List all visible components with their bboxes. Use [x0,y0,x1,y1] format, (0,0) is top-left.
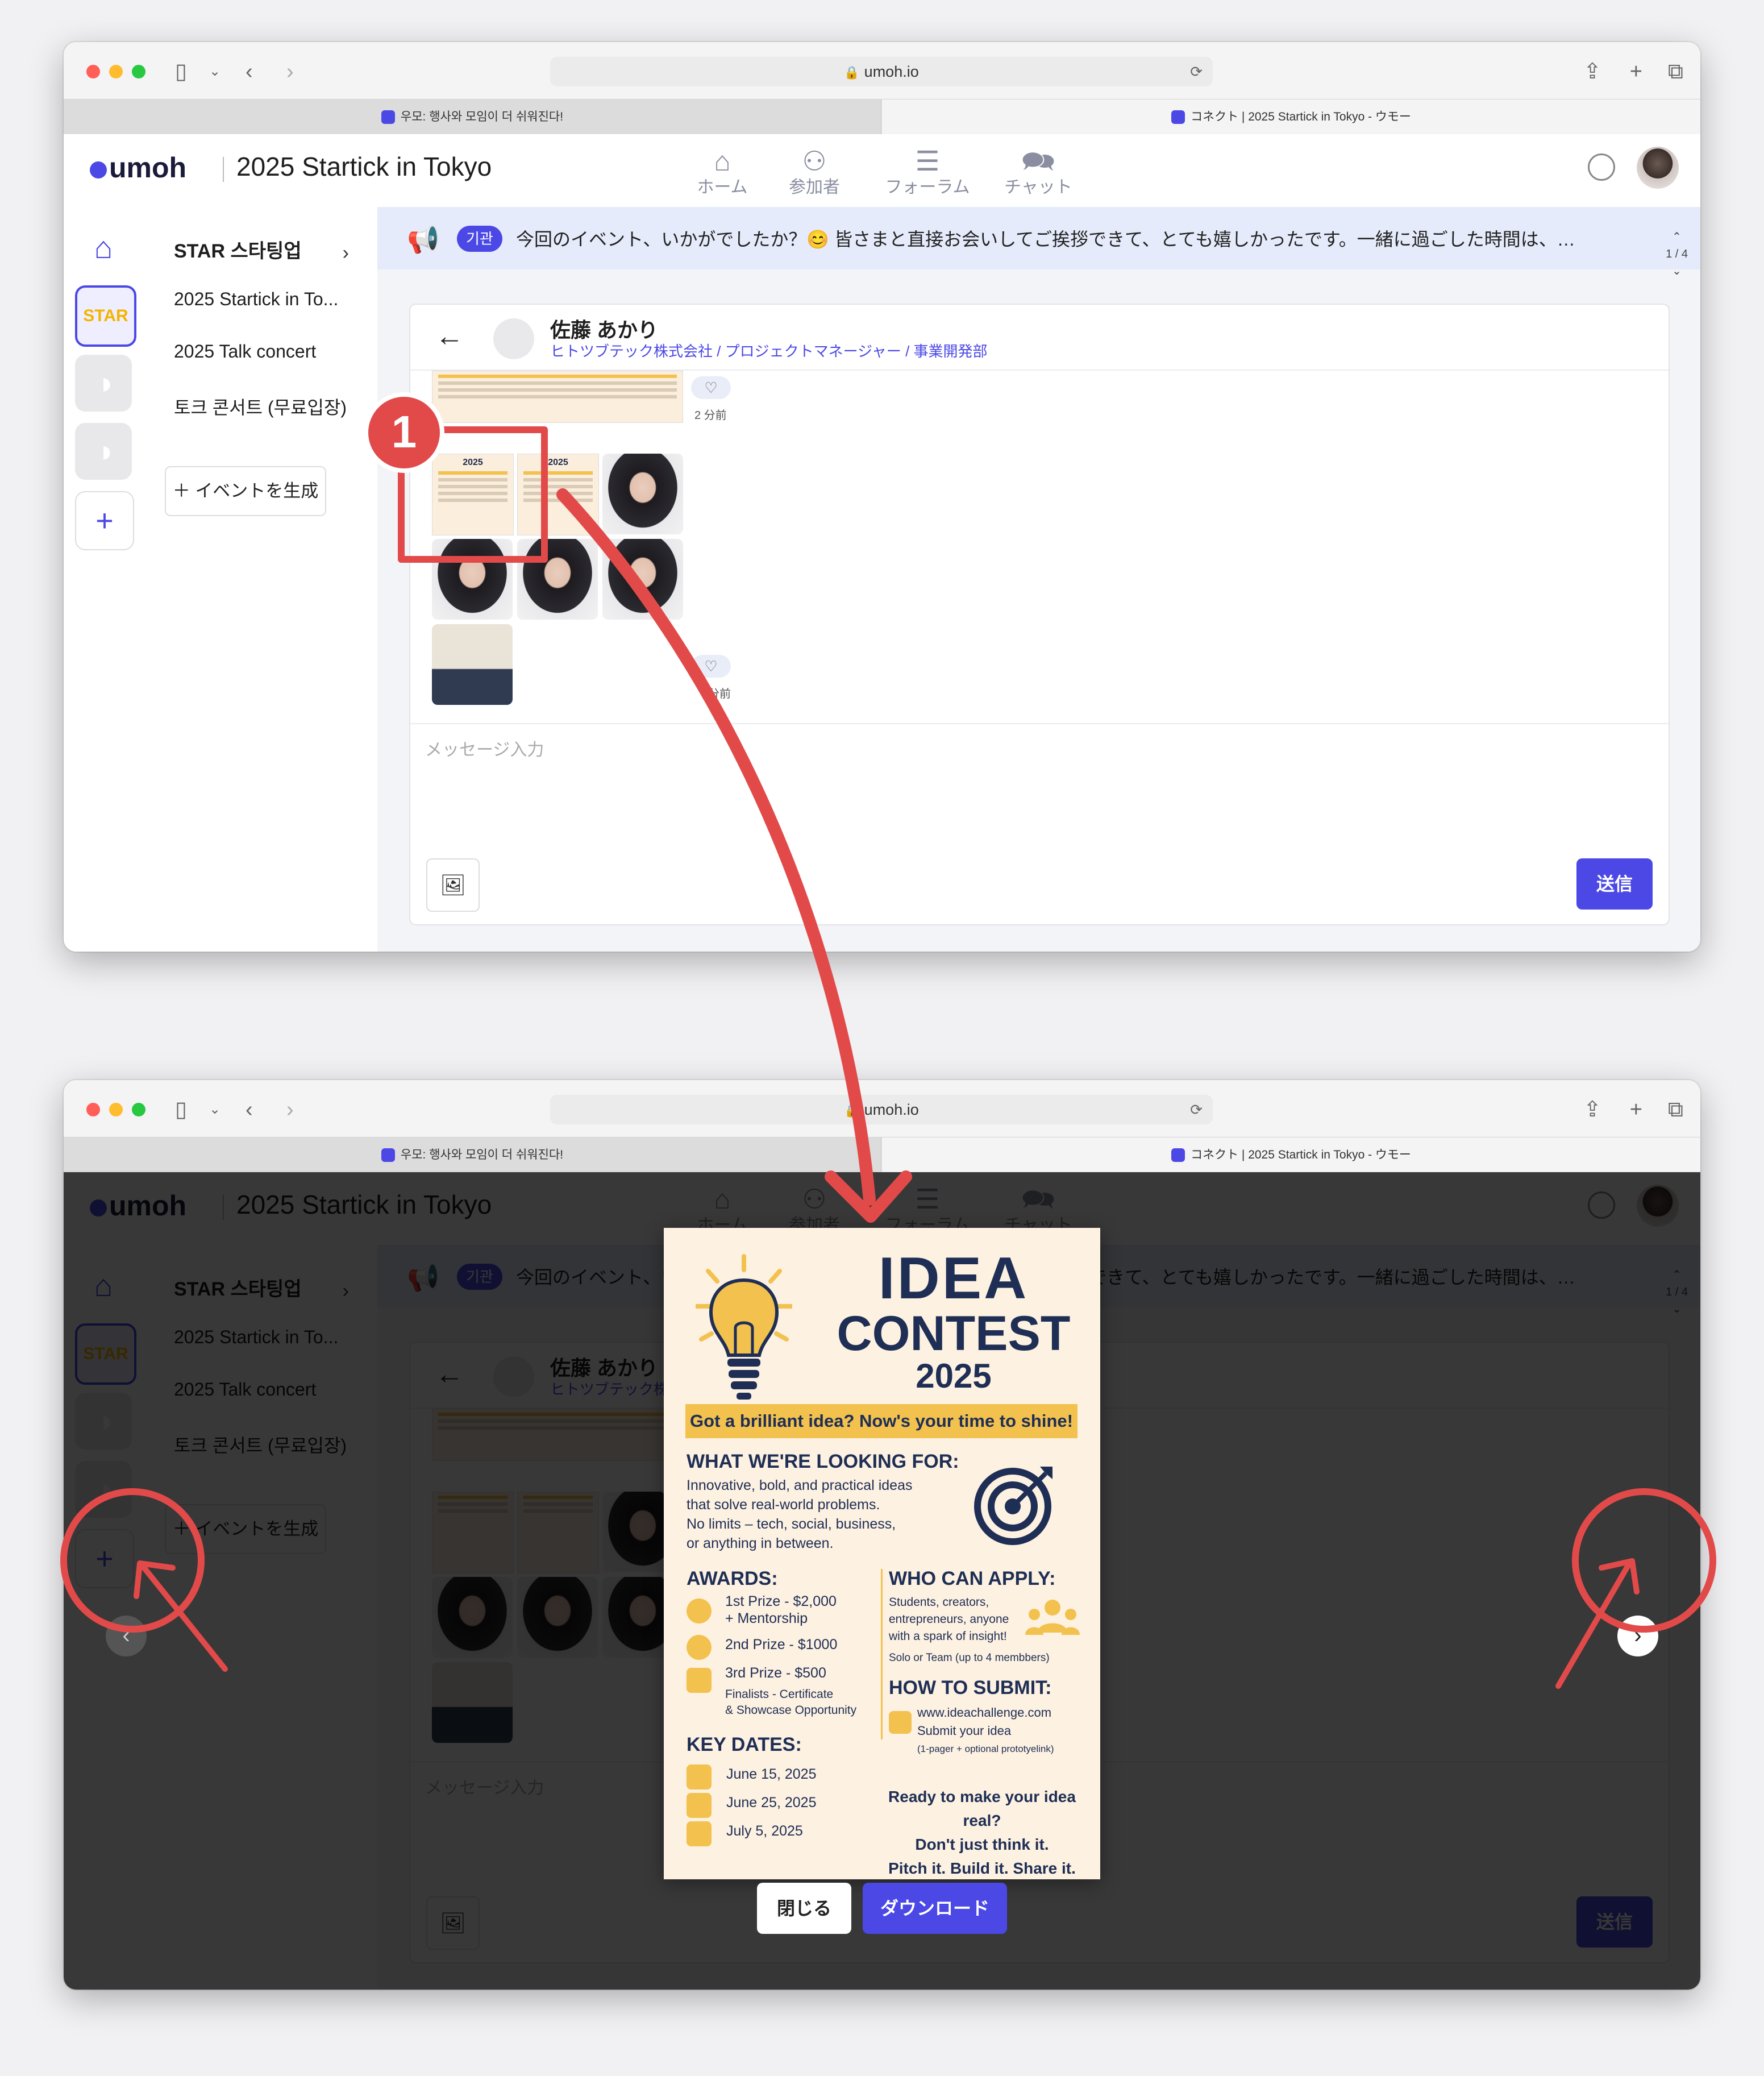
annotation-arrow-prev [140,1564,228,1672]
annotation-arrow-main [556,488,876,1206]
annotation-arrows [134,488,1640,1689]
annotation-arrow-next [1555,1562,1632,1689]
